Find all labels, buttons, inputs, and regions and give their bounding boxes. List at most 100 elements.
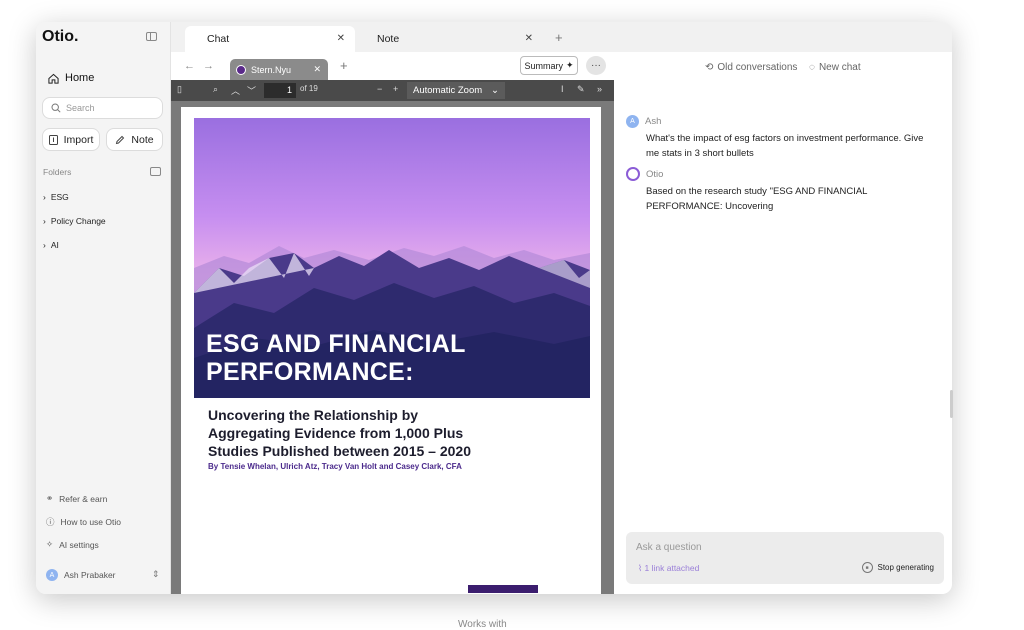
document-favicon-icon (236, 64, 246, 75)
close-icon[interactable]: ✕ (525, 33, 533, 44)
zoom-out-icon[interactable]: − (377, 84, 382, 94)
app-logo: Otio. (42, 28, 79, 45)
tab-label: Note (377, 33, 400, 45)
new-chat-button[interactable]: ◌ New chat (809, 62, 861, 73)
refer-label: Refer & earn (59, 493, 108, 504)
user-menu[interactable]: A Ash Prabaker (46, 569, 116, 581)
chevron-down-icon[interactable]: ﹀ (247, 84, 256, 97)
link-attached-indicator[interactable]: ⌇ 1 link attached (638, 563, 699, 574)
resize-handle[interactable] (950, 390, 953, 418)
add-document-icon[interactable]: + (340, 58, 348, 73)
how-to-label: How to use Otio (60, 517, 121, 527)
sparkle-icon: ✧ (46, 539, 54, 549)
sidebar: Otio. Home Search Import Note Folders › … (36, 22, 171, 594)
document-tab[interactable]: Stern.Nyu ✕ (230, 59, 328, 80)
author-name: Ash (645, 116, 662, 127)
caption-text: Works with (458, 619, 507, 630)
folders-heading: Folders (43, 167, 72, 177)
page-number-input[interactable]: 1 (264, 83, 296, 98)
ai-settings-label: AI settings (59, 539, 99, 550)
chevron-up-down-icon[interactable]: ⇕ (152, 569, 160, 580)
how-to-use-link[interactable]: ⓘ How to use Otio (46, 516, 121, 528)
title-line: ESG AND FINANCIAL (206, 330, 466, 358)
document-authors: By Tensie Whelan, Ulrich Atz, Tracy Van … (208, 462, 462, 471)
text-cursor-icon[interactable]: I (561, 84, 564, 94)
assistant-message: Based on the research study "ESG AND FIN… (646, 186, 868, 212)
page-total: of 19 (300, 84, 318, 93)
folder-item-policy-change[interactable]: › Policy Change (43, 216, 106, 226)
note-button[interactable]: Note (106, 128, 163, 151)
title-line: PERFORMANCE: (206, 358, 414, 386)
sidebar-item-home[interactable]: Home (48, 72, 94, 84)
subtitle-line: Studies Published between 2015 – 2020 (208, 443, 471, 459)
sparkle-icon: ✦ (565, 60, 574, 70)
search-input[interactable]: Search (42, 97, 163, 119)
ai-settings-link[interactable]: ✧ AI settings (46, 539, 99, 550)
tab-chat[interactable]: Chat ✕ (185, 26, 355, 52)
document-title: ESG AND FINANCIAL PERFORMANCE: (206, 330, 466, 386)
message-author: A Ash (626, 115, 661, 128)
back-arrow-icon[interactable]: ← (184, 60, 195, 72)
chevron-right-icon: › (43, 192, 46, 202)
avatar: A (46, 569, 58, 581)
chevron-up-icon[interactable]: ︿ (231, 84, 240, 97)
info-icon: ⓘ (46, 517, 55, 527)
avatar: A (626, 115, 639, 128)
sidebar-toggle-icon[interactable]: ▯ (177, 84, 182, 95)
zoom-select[interactable]: Automatic Zoom ⌄ (407, 82, 505, 99)
author-name: Otio (646, 168, 664, 180)
folder-label: ESG (50, 192, 69, 202)
paperclip-icon: ⌇ (638, 563, 643, 573)
search-icon (51, 103, 61, 113)
app-window: Otio. Home Search Import Note Folders › … (36, 22, 952, 594)
search-icon[interactable]: ⌕ (213, 84, 218, 95)
ask-placeholder: Ask a question (636, 542, 702, 553)
folder-item-ai[interactable]: › AI (43, 240, 59, 250)
message-author: Otio (626, 167, 663, 181)
forward-arrow-icon[interactable]: → (203, 60, 214, 72)
chevron-down-icon: ⌄ (491, 85, 499, 96)
chevron-right-icon: › (43, 216, 46, 226)
pencil-icon[interactable]: ✎ (577, 84, 585, 95)
close-icon[interactable]: ✕ (337, 33, 345, 44)
close-icon[interactable]: ✕ (313, 64, 321, 75)
pdf-page: ESG AND FINANCIAL PERFORMANCE: Uncoverin… (181, 107, 601, 594)
tab-note[interactable]: Note ✕ (355, 26, 543, 52)
import-button[interactable]: Import (42, 128, 100, 151)
old-conversations-label: Old conversations (717, 62, 798, 73)
zoom-in-icon[interactable]: + (393, 84, 398, 94)
summary-button[interactable]: Summary ✦ (520, 56, 578, 75)
add-tab-icon[interactable]: + (555, 30, 563, 45)
publisher-logo (468, 585, 538, 593)
new-chat-label: New chat (818, 62, 861, 73)
double-chevron-right-icon[interactable]: » (597, 84, 602, 94)
document-pane: ← → Stern.Nyu ✕ + Summary ✦ ··· ▯ ⌕ ︿ ﹀ … (171, 52, 614, 594)
ask-question-input[interactable]: Ask a question ⌇ 1 link attached ■ Stop … (626, 532, 944, 584)
folder-item-esg[interactable]: › ESG (43, 192, 69, 202)
cover-image: ESG AND FINANCIAL PERFORMANCE: (194, 118, 590, 398)
summary-label: Summary (524, 60, 563, 71)
pdf-toolbar: ▯ ⌕ ︿ ﹀ 1 of 19 − + Automatic Zoom ⌄ I ✎… (171, 80, 614, 101)
stop-generating-label: Stop generating (877, 563, 935, 572)
pdf-viewer[interactable]: ESG AND FINANCIAL PERFORMANCE: Uncoverin… (171, 101, 614, 594)
otio-avatar-icon (626, 167, 640, 181)
tab-label: Chat (207, 33, 230, 45)
add-folder-icon[interactable] (150, 167, 161, 176)
sidebar-collapse-icon[interactable] (146, 32, 157, 41)
pencil-icon (116, 135, 125, 144)
zoom-value: Automatic Zoom (413, 85, 483, 96)
old-conversations-button[interactable]: ⟲ Old conversations (705, 62, 797, 73)
subtitle-line: Aggregating Evidence from 1,000 Plus (208, 425, 464, 441)
refer-earn-link[interactable]: ⚭ Refer & earn (46, 493, 107, 504)
gift-icon: ⚭ (46, 493, 54, 503)
tab-bar: Chat ✕ Note ✕ + (171, 22, 952, 52)
stop-generating-button[interactable]: ■ Stop generating (861, 562, 935, 573)
document-tab-label: Stern.Nyu (251, 64, 292, 75)
history-icon: ⟲ (705, 62, 714, 73)
chat-bubble-icon: ◌ (809, 62, 815, 73)
folder-label: AI (50, 240, 59, 250)
note-label: Note (131, 133, 154, 146)
more-options-button[interactable]: ··· (586, 56, 606, 75)
home-label: Home (65, 72, 95, 84)
search-placeholder: Search (66, 103, 95, 113)
